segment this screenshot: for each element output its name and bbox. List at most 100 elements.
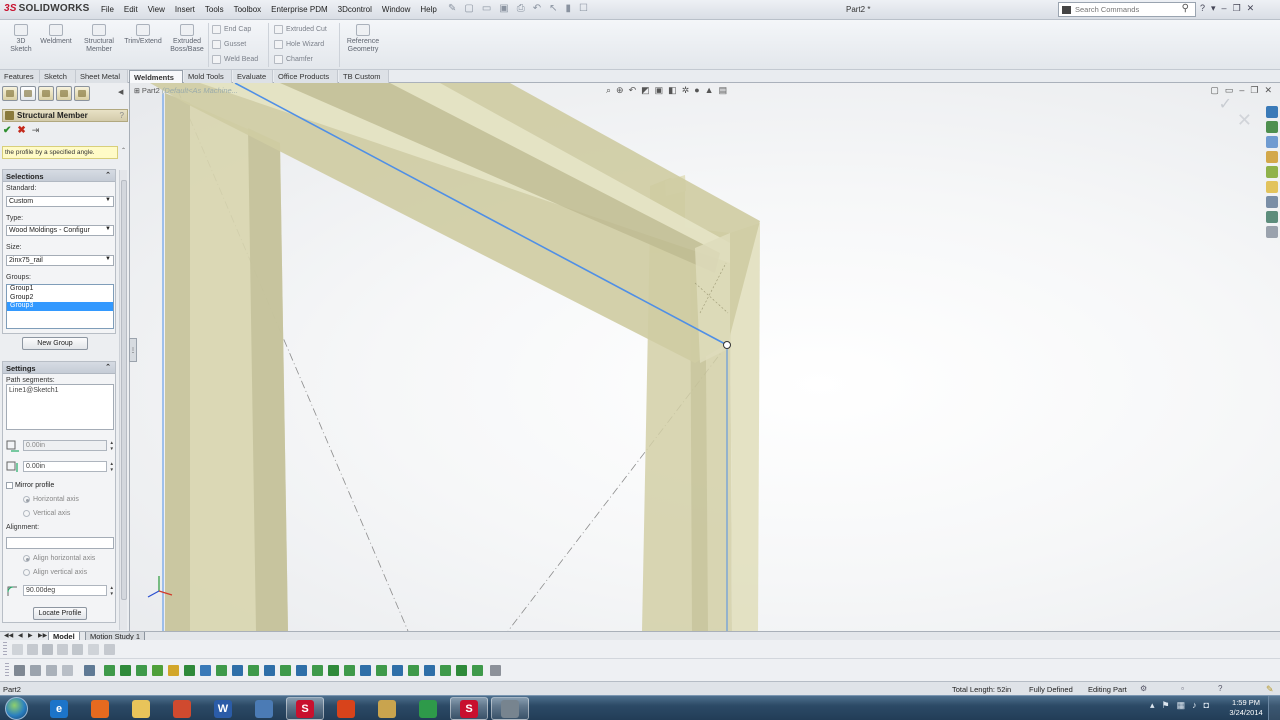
- relation-tool-icon[interactable]: [296, 665, 307, 676]
- toolbar-grip[interactable]: [3, 642, 7, 656]
- spinner-arrows-icon[interactable]: ▲ ▼: [110, 585, 114, 596]
- view-settings-icon[interactable]: ▤: [719, 85, 728, 96]
- tab-sketch[interactable]: Sketch: [40, 70, 76, 83]
- align-horizontal-radio[interactable]: Align horizontal axis: [23, 555, 95, 562]
- collapse-panel-icon[interactable]: ◀: [118, 88, 123, 96]
- zoom-to-fit-icon[interactable]: ⌕: [606, 85, 611, 96]
- align-vertical-radio[interactable]: Align vertical axis: [23, 569, 87, 576]
- sketch-tool-icon[interactable]: [84, 665, 95, 676]
- menu-toolbox[interactable]: Toolbox: [229, 4, 267, 15]
- group-item[interactable]: Group1: [7, 285, 113, 294]
- task-pane-extra-icon[interactable]: [1266, 226, 1278, 238]
- collapse-chevron-icon[interactable]: ⌃: [105, 171, 111, 179]
- toolbar-tool-icon[interactable]: [27, 644, 38, 655]
- display-manager-tab-icon[interactable]: [74, 86, 90, 101]
- offset-1-input[interactable]: 0.00in: [23, 440, 107, 451]
- tray-arrow-icon[interactable]: ▴: [1150, 700, 1155, 711]
- zoom-to-area-icon[interactable]: ⊕: [616, 85, 624, 96]
- keep-visible-pin-icon[interactable]: ⇥: [32, 125, 40, 136]
- relation-tool-icon[interactable]: [168, 665, 179, 676]
- prev-tab-arrow-icon[interactable]: ◀: [18, 632, 23, 639]
- relation-tool-icon[interactable]: [408, 665, 419, 676]
- toolbar-tool-icon[interactable]: [104, 644, 115, 655]
- relation-tool-icon[interactable]: [136, 665, 147, 676]
- menu-view[interactable]: View: [143, 4, 170, 15]
- menu-tools[interactable]: Tools: [200, 4, 229, 15]
- size-dropdown[interactable]: 2inx75_rail ▼: [6, 255, 114, 266]
- tab-evaluate[interactable]: Evaluate: [233, 70, 273, 83]
- vertical-axis-radio[interactable]: Vertical axis: [23, 510, 70, 517]
- volume-icon[interactable]: ♪: [1192, 700, 1197, 711]
- relation-tool-icon[interactable]: [424, 665, 435, 676]
- reference-geometry-button[interactable]: Reference Geometry: [343, 24, 383, 54]
- pencil-status-icon[interactable]: ✎: [1266, 684, 1274, 695]
- design-library-icon[interactable]: [1266, 121, 1278, 133]
- trim-extend-button[interactable]: Trim/Extend: [121, 24, 165, 46]
- locate-profile-button[interactable]: Locate Profile: [33, 607, 87, 620]
- previous-view-icon[interactable]: ↶: [629, 85, 637, 96]
- view-orientation-icon[interactable]: ▣: [655, 85, 664, 96]
- tray-app-icon[interactable]: ◘: [1204, 700, 1209, 711]
- group-item-selected[interactable]: Group3: [7, 302, 113, 311]
- confirm-corner-ok-icon[interactable]: ✓: [1219, 94, 1232, 114]
- collapse-chevron-icon[interactable]: ⌃: [105, 363, 111, 371]
- ok-check-icon[interactable]: ✔: [3, 125, 11, 136]
- taskbar-paint-button[interactable]: [163, 697, 201, 720]
- select-icon[interactable]: ↖: [549, 3, 557, 14]
- pm-scrollbar[interactable]: [119, 170, 127, 630]
- sketch-tool-icon[interactable]: [14, 665, 25, 676]
- relation-tool-icon[interactable]: [120, 665, 131, 676]
- hide-show-items-icon[interactable]: ✲: [682, 85, 690, 96]
- radio-icon[interactable]: [23, 555, 30, 562]
- taskbar-red-star-button[interactable]: [327, 697, 365, 720]
- type-dropdown[interactable]: Wood Moldings - Configur ▼: [6, 225, 114, 236]
- print-icon[interactable]: ⎙: [517, 3, 525, 14]
- doc-restore-icon[interactable]: –: [1239, 85, 1244, 96]
- taskbar-folder-button[interactable]: [122, 697, 160, 720]
- toolbar-tool-icon[interactable]: [72, 644, 83, 655]
- hole-wizard-button[interactable]: Hole Wizard: [274, 38, 324, 50]
- network-icon[interactable]: ▦: [1177, 700, 1186, 711]
- feature-manager-tab-icon[interactable]: [2, 86, 18, 101]
- relation-tool-icon[interactable]: [472, 665, 483, 676]
- relation-tool-icon[interactable]: [392, 665, 403, 676]
- property-manager-tab-icon[interactable]: [20, 86, 36, 101]
- path-segments-list[interactable]: Line1@Sketch1: [6, 384, 114, 430]
- sketch-tool-icon[interactable]: [46, 665, 57, 676]
- menu-edit[interactable]: Edit: [119, 4, 143, 15]
- taskbar-solidworks-explorer-button[interactable]: S: [286, 697, 324, 720]
- tab-sheet-metal[interactable]: Sheet Metal: [76, 70, 128, 83]
- options-icon[interactable]: ☐: [579, 3, 588, 14]
- dimxpert-manager-tab-icon[interactable]: [56, 86, 72, 101]
- show-desktop-button[interactable]: [1268, 696, 1280, 720]
- offset-2-input[interactable]: 0.00in: [23, 461, 107, 472]
- group-item[interactable]: Group2: [7, 294, 113, 303]
- relation-tool-icon[interactable]: [152, 665, 163, 676]
- pm-scrollbar-thumb[interactable]: [121, 180, 127, 600]
- relation-tool-icon[interactable]: [104, 665, 115, 676]
- minimize-icon[interactable]: –: [1222, 3, 1227, 14]
- confirm-corner-cancel-icon[interactable]: ✕: [1237, 110, 1252, 131]
- tab-tb-custom[interactable]: TB Custom: [339, 70, 389, 83]
- radio-icon[interactable]: [23, 510, 30, 517]
- gusset-button[interactable]: Gusset: [212, 38, 246, 50]
- structural-member-button[interactable]: Structural Member: [80, 24, 118, 54]
- solidworks-resources-icon[interactable]: [1266, 106, 1278, 118]
- doc-tile-icon[interactable]: ▢: [1210, 85, 1219, 96]
- toolbar-grip[interactable]: [5, 663, 9, 677]
- horizontal-axis-radio[interactable]: Horizontal axis: [23, 496, 79, 503]
- feature-tree-flyout[interactable]: ⊞ Part2 (Default<As Machine...: [134, 86, 238, 95]
- forum-icon[interactable]: [1266, 211, 1278, 223]
- groups-listbox[interactable]: Group1 Group2 Group3: [6, 284, 114, 329]
- extruded-boss-button[interactable]: Extruded Boss/Base: [168, 24, 206, 54]
- relation-tool-icon[interactable]: [344, 665, 355, 676]
- tab-mold-tools[interactable]: Mold Tools: [184, 70, 232, 83]
- standard-dropdown[interactable]: Custom ▼: [6, 196, 114, 207]
- relation-tool-icon[interactable]: [216, 665, 227, 676]
- graphics-area[interactable]: ⊞ Part2 (Default<As Machine... ⌕ ⊕ ↶ ◩ ▣ …: [130, 83, 1280, 631]
- taskbar-internet-explorer-button[interactable]: e: [40, 697, 78, 720]
- toolbar-tool-icon[interactable]: [42, 644, 53, 655]
- search-results-icon[interactable]: [1266, 151, 1278, 163]
- spinner-arrows-icon[interactable]: ▲ ▼: [110, 440, 114, 451]
- taskbar-firefox-button[interactable]: [81, 697, 119, 720]
